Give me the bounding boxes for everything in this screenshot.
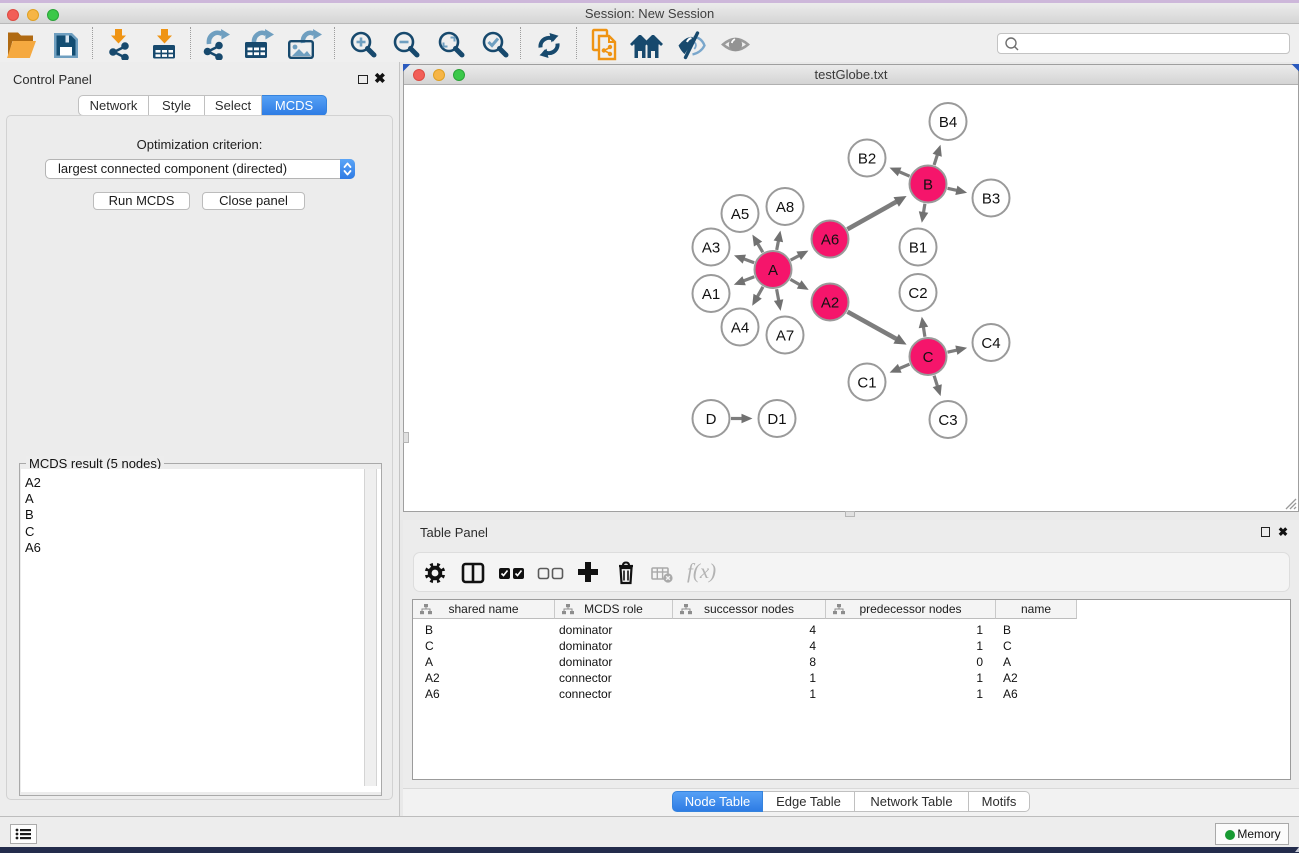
svg-text:A4: A4: [731, 320, 749, 337]
svg-text:D1: D1: [767, 411, 786, 428]
svg-text:C3: C3: [938, 412, 957, 429]
svg-text:B4: B4: [939, 114, 957, 131]
svg-text:B2: B2: [858, 151, 876, 168]
svg-text:A6: A6: [821, 232, 839, 249]
svg-text:C2: C2: [908, 285, 927, 302]
svg-text:A: A: [768, 262, 778, 279]
svg-text:A7: A7: [776, 328, 794, 345]
svg-text:A2: A2: [821, 295, 839, 312]
svg-text:B1: B1: [909, 240, 927, 257]
svg-text:A3: A3: [702, 240, 720, 257]
svg-text:A5: A5: [731, 206, 749, 223]
svg-text:B: B: [923, 177, 933, 194]
svg-text:A8: A8: [776, 199, 794, 216]
svg-text:A1: A1: [702, 286, 720, 303]
svg-text:C: C: [923, 349, 934, 366]
svg-text:C4: C4: [981, 335, 1000, 352]
svg-text:D: D: [706, 411, 717, 428]
svg-text:B3: B3: [982, 191, 1000, 208]
svg-text:C1: C1: [857, 375, 876, 392]
